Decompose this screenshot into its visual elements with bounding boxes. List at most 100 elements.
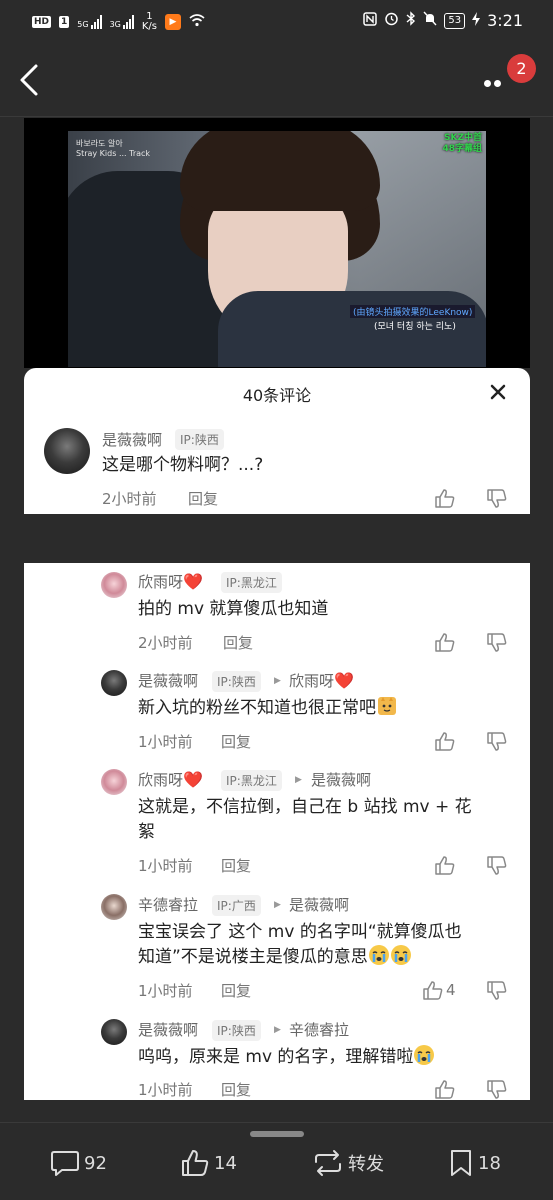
status-bar: HD 1 5G 3G 1 K/s ▶ 53 3:21 — [0, 0, 553, 44]
reply-text: 絮 — [138, 822, 155, 842]
thumbs-up-icon — [435, 856, 455, 875]
notification-badge[interactable]: 2 — [507, 54, 536, 83]
reply-button[interactable]: 回复 — [188, 488, 218, 509]
thumbs-down-icon — [487, 981, 507, 1000]
reply-button[interactable]: 回复 — [221, 731, 251, 752]
thumbs-up-icon — [435, 1080, 455, 1099]
reply-username[interactable]: 欣雨呀❤️ — [138, 769, 203, 790]
thumbs-down-icon — [487, 732, 507, 751]
reply-arrow-icon: ▶ — [274, 1025, 281, 1035]
reply-button[interactable]: 回复 — [221, 980, 251, 1001]
back-button[interactable] — [16, 60, 46, 100]
dislike-button[interactable] — [486, 1080, 510, 1102]
ip-badge: IP:陕西 — [212, 671, 261, 692]
reply-button[interactable]: 回复 — [221, 1079, 251, 1100]
comment-username[interactable]: 是薇薇啊 — [102, 429, 162, 450]
like-button[interactable] — [434, 731, 458, 753]
reply-username[interactable]: 是薇薇啊 — [138, 670, 198, 691]
close-button[interactable] — [486, 380, 510, 404]
video-frame[interactable]: 바보라도 알아 Stray Kids ... Track SKZ中首 48字幕组… — [68, 131, 486, 367]
video-player[interactable]: 바보라도 알아 Stray Kids ... Track SKZ中首 48字幕组… — [24, 118, 530, 368]
clock: 3:21 — [487, 11, 523, 30]
dot-icon — [484, 80, 491, 87]
charging-icon — [472, 11, 481, 30]
replies-panel: 欣雨呀❤️ IP:黑龙江 拍的 mv 就算傻瓜也知道 2小时前 回复 是薇薇啊 … — [24, 563, 530, 1100]
crying-emoji-icon — [390, 945, 411, 965]
bottom-action-bar: 92 14 转发 18 — [0, 1122, 553, 1200]
reply-to-user[interactable]: 是薇薇啊 — [311, 769, 371, 790]
reply-text: 这就是，不信拉倒，自己在 b 站找 mv + 花 — [138, 797, 472, 817]
heart-icon: ❤️ — [183, 770, 203, 789]
comments-button[interactable]: 92 — [50, 1147, 107, 1179]
avatar[interactable] — [44, 428, 90, 474]
thumbs-down-icon — [487, 633, 507, 652]
dislike-button[interactable] — [486, 981, 510, 1003]
dislike-button[interactable] — [486, 633, 510, 655]
like-button[interactable] — [434, 855, 458, 877]
comment-icon — [51, 1151, 79, 1176]
reply-time: 1小时前 — [138, 857, 193, 875]
bookmark-icon — [451, 1150, 471, 1176]
chevron-left-icon — [20, 64, 38, 96]
ip-badge: IP:陕西 — [175, 429, 224, 450]
ip-badge: IP:黑龙江 — [221, 770, 282, 791]
signal-icon-1: 5G — [77, 15, 102, 29]
video-caption-cn: (由镜头拍摄效果的LeeKnow) — [350, 305, 476, 318]
divider — [0, 116, 553, 117]
like-button[interactable] — [434, 1079, 458, 1101]
share-button[interactable]: 转发 — [312, 1147, 384, 1179]
reply-arrow-icon: ▶ — [295, 775, 302, 785]
avatar[interactable] — [101, 572, 127, 598]
cat-emoji-icon — [378, 697, 396, 715]
reply-text: 知道”不是说楼主是傻瓜的意思 — [138, 944, 412, 970]
comments-title: 40条评论 — [242, 386, 312, 405]
reply-text: 呜呜，原来是 mv 的名字，理解错啦 — [138, 1044, 435, 1070]
reply-text: 拍的 mv 就算傻瓜也知道 — [138, 599, 329, 619]
ip-badge: IP:广西 — [212, 895, 261, 916]
battery-icon: 53 — [444, 12, 466, 29]
avatar[interactable] — [101, 894, 127, 920]
video-caption-kr: (모녀 터칭 하는 리노) — [374, 322, 456, 332]
dislike-button[interactable] — [486, 489, 510, 511]
thumbs-up-icon — [435, 732, 455, 751]
ip-badge: IP:黑龙江 — [221, 572, 282, 593]
reply-time: 1小时前 — [138, 1081, 193, 1099]
wifi-icon — [189, 13, 205, 31]
reply-to-user[interactable]: 欣雨呀❤️ — [289, 670, 354, 691]
home-indicator[interactable] — [250, 1131, 304, 1137]
ip-badge: IP:陕西 — [212, 1020, 261, 1041]
reply-time: 2小时前 — [138, 634, 193, 652]
avatar[interactable] — [101, 769, 127, 795]
sim-badge: 1 — [59, 16, 70, 28]
reply-button[interactable]: 回复 — [221, 855, 251, 876]
comments-count: 92 — [84, 1152, 107, 1174]
avatar[interactable] — [101, 670, 127, 696]
reply-time: 1小时前 — [138, 982, 193, 1000]
reply-to-user[interactable]: 是薇薇啊 — [289, 894, 349, 915]
like-button[interactable] — [422, 980, 446, 1002]
bluetooth-icon — [406, 11, 416, 30]
reply-username[interactable]: 辛德睿拉 — [138, 894, 198, 915]
reply-button[interactable]: 回复 — [223, 632, 253, 653]
thumbs-up-icon — [435, 633, 455, 652]
heart-icon: ❤️ — [183, 572, 203, 591]
mute-icon — [423, 11, 437, 30]
like-button[interactable] — [434, 488, 458, 510]
like-post-button[interactable]: 14 — [180, 1147, 237, 1179]
likes-count: 14 — [214, 1152, 237, 1174]
dot-icon — [494, 80, 501, 87]
crying-emoji-icon — [414, 1045, 435, 1065]
dislike-button[interactable] — [486, 856, 510, 878]
crying-emoji-icon — [368, 945, 389, 965]
reply-username[interactable]: 是薇薇啊 — [138, 1019, 198, 1040]
dislike-button[interactable] — [486, 732, 510, 754]
like-button[interactable] — [434, 632, 458, 654]
avatar[interactable] — [101, 1019, 127, 1045]
reply-to-user[interactable]: 辛德睿拉 — [289, 1019, 349, 1040]
favorite-button[interactable]: 18 — [448, 1147, 501, 1179]
thumbs-up-icon — [435, 489, 455, 508]
nfc-icon — [363, 11, 378, 30]
favorites-count: 18 — [478, 1152, 501, 1174]
close-icon — [490, 384, 506, 400]
reply-username[interactable]: 欣雨呀❤️ — [138, 571, 203, 592]
